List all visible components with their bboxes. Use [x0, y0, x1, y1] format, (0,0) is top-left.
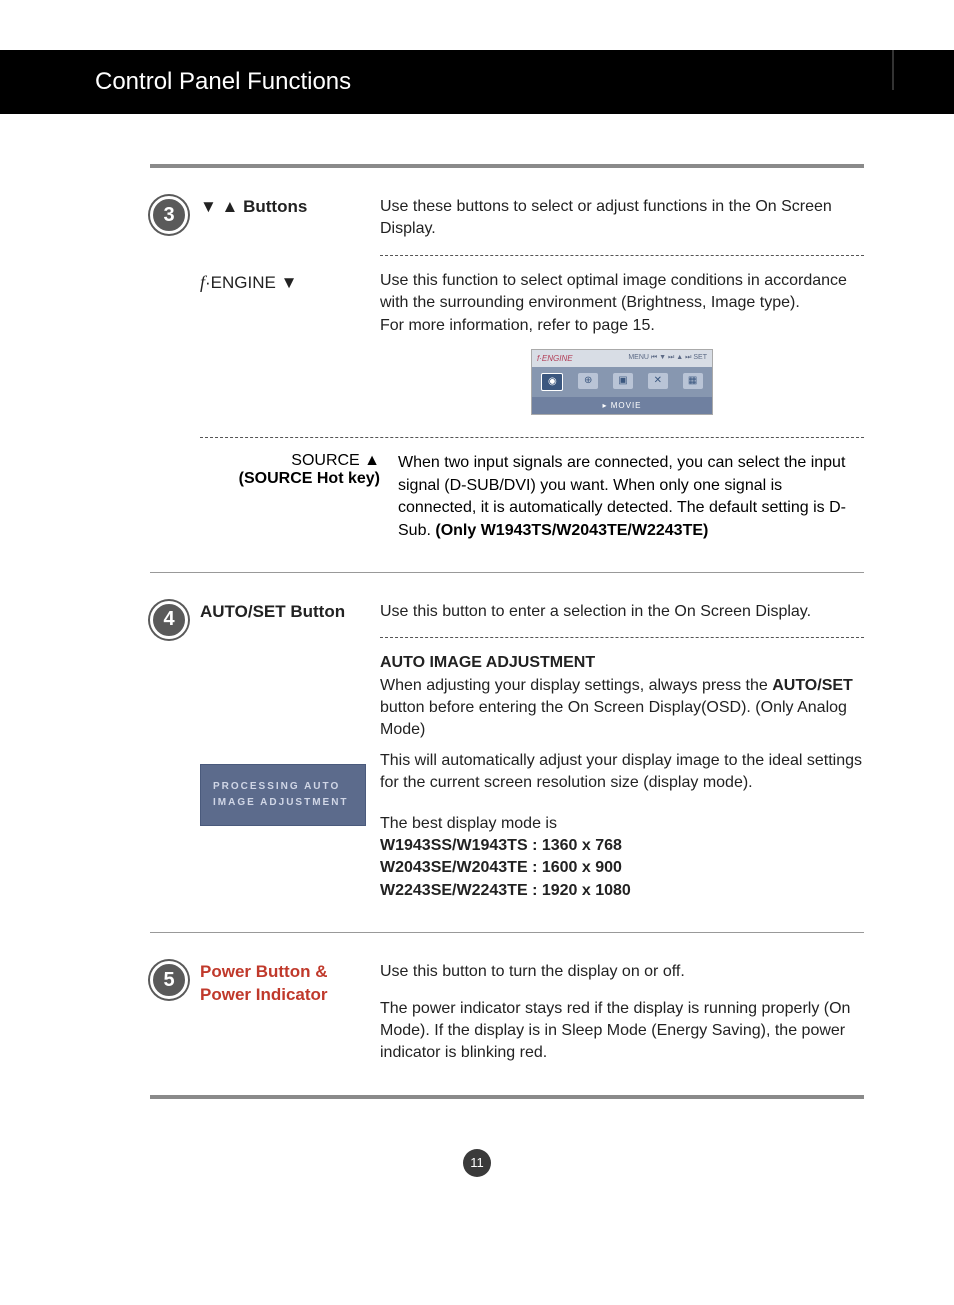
- page-footer: 11: [0, 1149, 954, 1177]
- page-number: 11: [463, 1149, 491, 1177]
- source-label-line1: SOURCE ▲: [150, 452, 380, 470]
- section-3: 3 ▼ ▲ Buttons Use these buttons to selec…: [150, 196, 864, 241]
- auto-title: AUTO IMAGE ADJUSTMENT: [380, 654, 595, 671]
- processing-line1: PROCESSING AUTO: [213, 779, 353, 795]
- bottom-rule: [150, 1095, 864, 1099]
- autoset-label: AUTO/SET Button: [200, 602, 345, 621]
- autoset-desc1: Use this button to enter a selection in …: [380, 601, 864, 623]
- osd-brand: f·ENGINE: [537, 353, 573, 364]
- auto-p1b: AUTO/SET: [772, 677, 853, 694]
- osd-icon-grid: ▦: [683, 373, 703, 389]
- power-label: Power Button & Power Indicator: [200, 961, 380, 1065]
- best-3: W2243SE/W2243TE : 1920 x 1080: [380, 882, 631, 899]
- best-intro: The best display mode is: [380, 813, 864, 835]
- osd-icon-globe: ◉: [541, 373, 563, 391]
- power-desc1: Use this button to turn the display on o…: [380, 961, 864, 983]
- badge-4: 4: [150, 601, 188, 639]
- badge-5: 5: [150, 961, 188, 999]
- osd-icon-close: ✕: [648, 373, 668, 389]
- osd-controls: MENU ⏮ ▼ ⏭ ▲ ⏭ SET: [628, 353, 707, 364]
- dashed-rule: [380, 255, 864, 256]
- top-rule: [150, 164, 864, 168]
- dashed-rule: [200, 437, 864, 438]
- osd-icon-picture: ▣: [613, 373, 633, 389]
- badge-3: 3: [150, 196, 188, 234]
- best-1: W1943SS/W1943TS : 1360 x 768: [380, 837, 622, 854]
- osd-footer: ▸ MOVIE: [532, 397, 712, 414]
- fengine-row: f·ENGINE ▼ Use this function to select o…: [150, 270, 864, 424]
- processing-line2: IMAGE ADJUSTMENT: [213, 795, 353, 811]
- processing-box: PROCESSING AUTO IMAGE ADJUSTMENT: [200, 764, 366, 826]
- osd-preview: f·ENGINE MENU ⏮ ▼ ⏭ ▲ ⏭ SET ◉ ⊕ ▣ ✕ ▦ ▸ …: [531, 349, 713, 415]
- auto-p1c: button before entering the On Screen Dis…: [380, 699, 847, 738]
- source-desc: When two input signals are connected, yo…: [398, 452, 864, 542]
- section-4: 4 AUTO/SET Button PROCESSING AUTO IMAGE …: [150, 601, 864, 902]
- source-row: SOURCE ▲ (SOURCE Hot key) When two input…: [150, 452, 864, 542]
- auto-p1a: When adjusting your display settings, al…: [380, 677, 772, 694]
- buttons-desc: Use these buttons to select or adjust fu…: [380, 196, 864, 241]
- page-title: Control Panel Functions: [0, 50, 954, 114]
- section-divider: [150, 572, 864, 573]
- auto-p2: This will automatically adjust your disp…: [380, 750, 864, 795]
- section-divider: [150, 932, 864, 933]
- osd-icon-web: ⊕: [578, 373, 598, 389]
- source-desc-b: (Only W1943TS/W2043TE/W2243TE): [435, 522, 708, 539]
- dashed-rule: [380, 637, 864, 638]
- section-5: 5 Power Button & Power Indicator Use thi…: [150, 961, 864, 1065]
- best-2: W2043SE/W2043TE : 1600 x 900: [380, 859, 622, 876]
- fengine-label-text: ·ENGINE ▼: [205, 273, 297, 292]
- buttons-label: ▼ ▲ Buttons: [200, 196, 380, 241]
- page-edge-mark: [892, 50, 894, 90]
- source-label-line2: (SOURCE Hot key): [150, 470, 380, 488]
- fengine-desc: Use this function to select optimal imag…: [380, 272, 847, 334]
- auto-p1: When adjusting your display settings, al…: [380, 675, 864, 742]
- power-desc2: The power indicator stays red if the dis…: [380, 998, 864, 1065]
